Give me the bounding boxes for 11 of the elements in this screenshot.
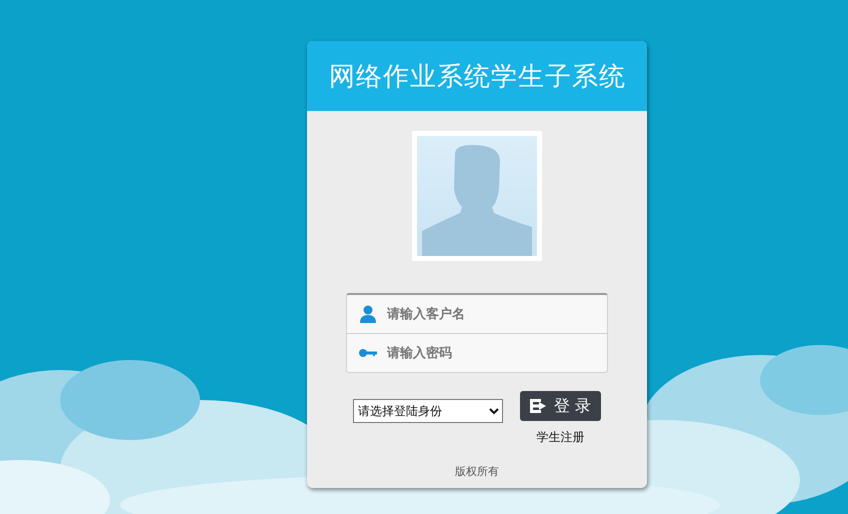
- register-link[interactable]: 学生注册: [536, 429, 584, 446]
- exit-icon: [530, 399, 546, 413]
- avatar-icon: [412, 131, 542, 261]
- user-icon: [359, 305, 377, 323]
- copyright-text: 版权所有: [454, 464, 500, 479]
- password-field[interactable]: 请输入密码: [385, 344, 579, 362]
- system-title: 网络作业系统学生子系统: [329, 60, 626, 94]
- login-button[interactable]: 登 录: [520, 391, 601, 421]
- username-field[interactable]: 请输入客户名: [385, 306, 579, 322]
- role-select[interactable]: 请选择登陆身份: [353, 399, 503, 423]
- key-icon: [359, 348, 377, 358]
